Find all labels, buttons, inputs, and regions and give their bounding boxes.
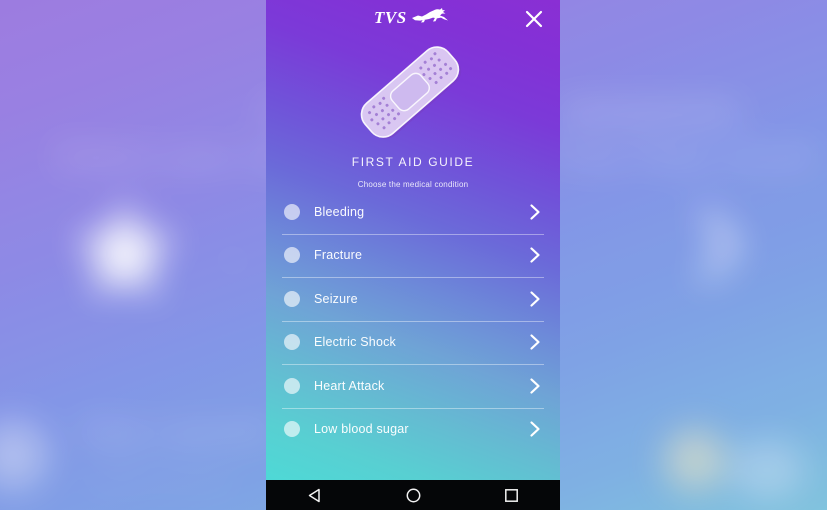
bullet-icon [284, 377, 300, 394]
list-item-seizure[interactable]: Seizure [282, 277, 544, 321]
list-item-label: Bleeding [314, 204, 365, 219]
page-title: FIRST AID GUIDE [351, 155, 475, 169]
bullet-icon [284, 334, 300, 351]
list-item-fracture[interactable]: Fracture [282, 233, 544, 278]
chevron-right-icon[interactable] [528, 246, 542, 264]
chevron-right-icon[interactable] [528, 333, 542, 351]
close-icon[interactable] [523, 8, 545, 30]
chevron-right-icon[interactable] [528, 377, 542, 395]
app-screen: TVS FIRST AID GUIDE Choose the medical c… [266, 0, 560, 480]
recents-square-icon[interactable] [494, 480, 528, 510]
bandage-icon [352, 37, 473, 152]
phone-panel: TVS FIRST AID GUIDE Choose the medical c… [266, 0, 560, 510]
bullet-icon [284, 290, 300, 307]
tvs-wordmark: TVS [374, 7, 407, 27]
back-triangle-icon[interactable] [298, 480, 332, 510]
chevron-right-icon[interactable] [528, 420, 542, 438]
chevron-right-icon[interactable] [528, 203, 542, 221]
list-item-heart-attack[interactable]: Heart Attack [282, 364, 544, 408]
tvs-logo: TVS [374, 7, 451, 27]
home-circle-icon[interactable] [396, 480, 430, 510]
horse-logo-icon [411, 7, 451, 28]
bullet-icon [284, 203, 300, 220]
list-item-label: Seizure [314, 291, 358, 306]
list-item-electric-shock[interactable]: Electric Shock [282, 320, 544, 365]
bullet-icon [284, 247, 300, 264]
condition-list: Bleeding Fracture Seizure Electric Shock… [266, 190, 560, 451]
app-header: TVS [266, 0, 560, 40]
hero-section: FIRST AID GUIDE Choose the medical condi… [266, 44, 560, 189]
android-navigation-bar [266, 480, 560, 510]
list-item-low-blood-sugar[interactable]: Low blood sugar [282, 407, 544, 452]
chevron-right-icon[interactable] [528, 290, 542, 308]
bullet-icon [284, 421, 300, 438]
list-item-label: Fracture [314, 248, 363, 263]
list-item-label: Low blood sugar [314, 422, 409, 437]
list-item-bleeding[interactable]: Bleeding [282, 190, 544, 234]
bandage-illustration [266, 44, 560, 144]
screenshot-root: Select your sub. Free Pass result App La… [0, 0, 827, 510]
list-item-label: Heart Attack [314, 378, 385, 393]
page-subtitle: Choose the medical condition [357, 180, 469, 189]
list-item-label: Electric Shock [314, 335, 396, 350]
